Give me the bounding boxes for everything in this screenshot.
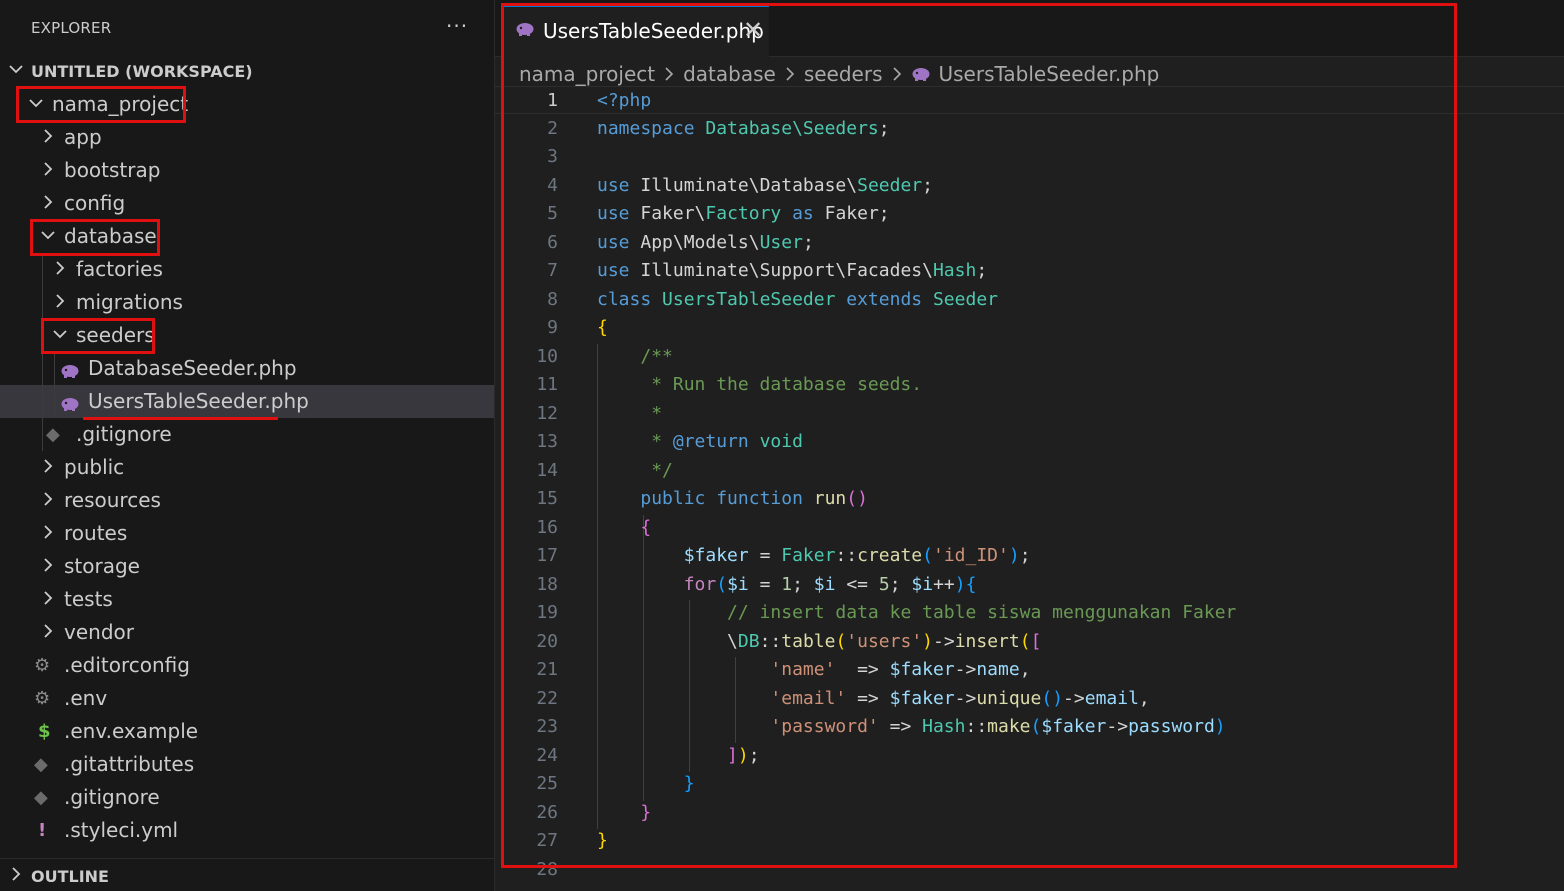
explorer-title: EXPLORER (31, 19, 112, 37)
tree-item-label: storage (64, 554, 140, 578)
tree-file[interactable]: ◆ .gitignore (0, 418, 494, 451)
tree-file[interactable]: ◆ .gitignore (0, 781, 494, 814)
tree-indent-guide (54, 352, 55, 418)
explorer-sidebar: EXPLORER ··· UNTITLED (WORKSPACE) nama_p… (0, 0, 495, 891)
tree-item-label: app (64, 125, 102, 149)
outline-title: OUTLINE (31, 867, 109, 886)
tree-file[interactable]: ◆ .gitattributes (0, 748, 494, 781)
git-icon: ◆ (46, 424, 60, 445)
chevron-right-icon (44, 459, 53, 473)
tree-item-label: resources (64, 488, 161, 512)
dollar-icon: $ (38, 721, 51, 742)
tree-folder[interactable]: config (0, 187, 494, 220)
chevron-right-icon (44, 492, 53, 506)
tree-item-label: UsersTableSeeder.php (88, 389, 309, 413)
tree-item-label: config (64, 191, 126, 215)
chevron-right-icon (56, 294, 65, 308)
tree-folder[interactable]: bootstrap (0, 154, 494, 187)
exclamation-icon: ! (38, 820, 47, 841)
highlight-box-editor (501, 3, 1457, 868)
workspace-title: UNTITLED (WORKSPACE) (31, 62, 253, 81)
chevron-right-icon (44, 624, 53, 638)
tree-item-label: migrations (76, 290, 183, 314)
tree-item-label: .env (64, 686, 108, 710)
highlight-box-database (30, 219, 160, 256)
tree-item-label: DatabaseSeeder.php (88, 356, 297, 380)
tree-item-label: .gitignore (76, 422, 172, 446)
chevron-right-icon (44, 591, 53, 605)
tree-folder[interactable]: factories (0, 253, 494, 286)
tree-item-label: .gitignore (64, 785, 160, 809)
tree-folder[interactable]: migrations (0, 286, 494, 319)
tree-file[interactable]: DatabaseSeeder.php (0, 352, 494, 385)
tree-file[interactable]: ⚙ .editorconfig (0, 649, 494, 682)
php-elephant-icon (60, 362, 80, 383)
git-icon: ◆ (34, 754, 48, 775)
highlight-underline-users-table-seeder (83, 417, 278, 420)
tree-folder[interactable]: public (0, 451, 494, 484)
outline-section-header[interactable]: OUTLINE (0, 858, 494, 891)
tree-item-label: .gitattributes (64, 752, 195, 776)
tree-folder[interactable]: tests (0, 583, 494, 616)
explorer-header: EXPLORER ··· (0, 0, 494, 58)
tree-folder[interactable]: vendor (0, 616, 494, 649)
tree-item-label: routes (64, 521, 128, 545)
tree-item-label: .env.example (64, 719, 199, 743)
chevron-right-icon (44, 558, 53, 572)
chevron-right-icon (44, 525, 53, 539)
tree-file[interactable]: UsersTableSeeder.php (0, 385, 494, 418)
tree-item-label: bootstrap (64, 158, 161, 182)
tree-folder[interactable]: app (0, 121, 494, 154)
tree-item-label: .editorconfig (64, 653, 190, 677)
tree-file[interactable]: ⚙ .env (0, 682, 494, 715)
workspace-section-header[interactable]: UNTITLED (WORKSPACE) (0, 58, 494, 86)
gear-icon: ⚙ (34, 688, 51, 709)
chevron-right-icon (12, 867, 21, 881)
highlight-box-seeders (41, 318, 155, 354)
chevron-right-icon (56, 261, 65, 275)
tree-folder[interactable]: resources (0, 484, 494, 517)
chevron-right-icon (44, 162, 53, 176)
php-elephant-icon (60, 395, 80, 416)
tree-item-label: public (64, 455, 125, 479)
chevron-down-icon (9, 65, 23, 74)
tree-item-label: factories (76, 257, 163, 281)
tree-item-label: .styleci.yml (64, 818, 179, 842)
tree-file[interactable]: $ .env.example (0, 715, 494, 748)
more-actions-button[interactable]: ··· (446, 14, 468, 38)
tree-item-label: vendor (64, 620, 134, 644)
chevron-right-icon (44, 195, 53, 209)
tree-folder[interactable]: routes (0, 517, 494, 550)
tree-folder[interactable]: storage (0, 550, 494, 583)
chevron-right-icon (44, 129, 53, 143)
git-icon: ◆ (34, 787, 48, 808)
gear-icon: ⚙ (34, 655, 51, 676)
tree-file[interactable]: ! .styleci.yml (0, 814, 494, 847)
tree-item-label: tests (64, 587, 113, 611)
highlight-box-nama-project (16, 86, 186, 123)
